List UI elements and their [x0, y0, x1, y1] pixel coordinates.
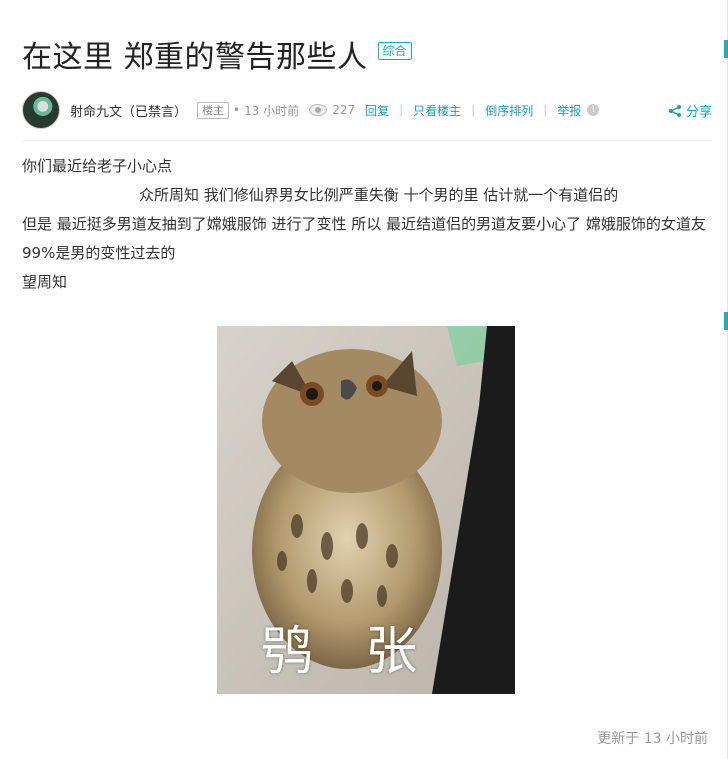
scroll-marker	[724, 312, 728, 330]
post-time: 13 小时前	[244, 103, 300, 118]
body-line: 你们最近给老子小心点	[22, 157, 173, 175]
author-name[interactable]: 射命九文（已禁言）	[70, 101, 187, 120]
post-title: 在这里 郑重的警告那些人	[22, 40, 368, 75]
share-label: 分享	[685, 105, 712, 120]
warning-icon[interactable]: !	[587, 104, 600, 116]
only-op-link[interactable]: 只看楼主	[413, 102, 461, 119]
view-count: 227	[332, 103, 356, 117]
avatar[interactable]	[22, 91, 60, 129]
separator: |	[543, 103, 548, 117]
reverse-order-link[interactable]: 倒序排列	[485, 102, 533, 119]
body-line: 但是 最近挺多男道友抽到了嫦娥服饰 进行了变性 所以 最近结道侣的男道友要小心了…	[22, 215, 706, 262]
post-body: 你们最近给老子小心点 众所周知 我们修仙界男女比例严重失衡 十个男的里 估计就一…	[22, 152, 712, 297]
owl-meme-image[interactable]: 鸮 张	[217, 326, 515, 694]
report-link[interactable]: 举报	[557, 102, 581, 119]
separator-dot: •	[233, 103, 241, 117]
title-row: 在这里 郑重的警告那些人 综合	[22, 38, 412, 78]
updated-time: 更新于 13 小时前	[597, 731, 708, 747]
image-caption: 鸮 张	[260, 622, 436, 682]
share-icon	[668, 104, 681, 117]
body-line: 众所周知 我们修仙界男女比例严重失衡 十个男的里 估计就一个有道侣的	[139, 186, 619, 204]
post-meta: 射命九文（已禁言） 楼主 • 13 小时前 227 回复 | 只看楼主 | 倒序…	[22, 91, 712, 129]
body-line: 望周知	[22, 273, 68, 291]
op-badge: 楼主	[197, 101, 230, 119]
divider	[22, 140, 712, 141]
separator: |	[399, 103, 404, 117]
separator: |	[471, 103, 476, 117]
category-badge[interactable]: 综合	[377, 42, 412, 60]
eye-icon	[309, 104, 328, 116]
scroll-marker	[724, 40, 728, 58]
reply-link[interactable]: 回复	[365, 102, 389, 119]
share-button[interactable]: 分享	[668, 101, 712, 120]
